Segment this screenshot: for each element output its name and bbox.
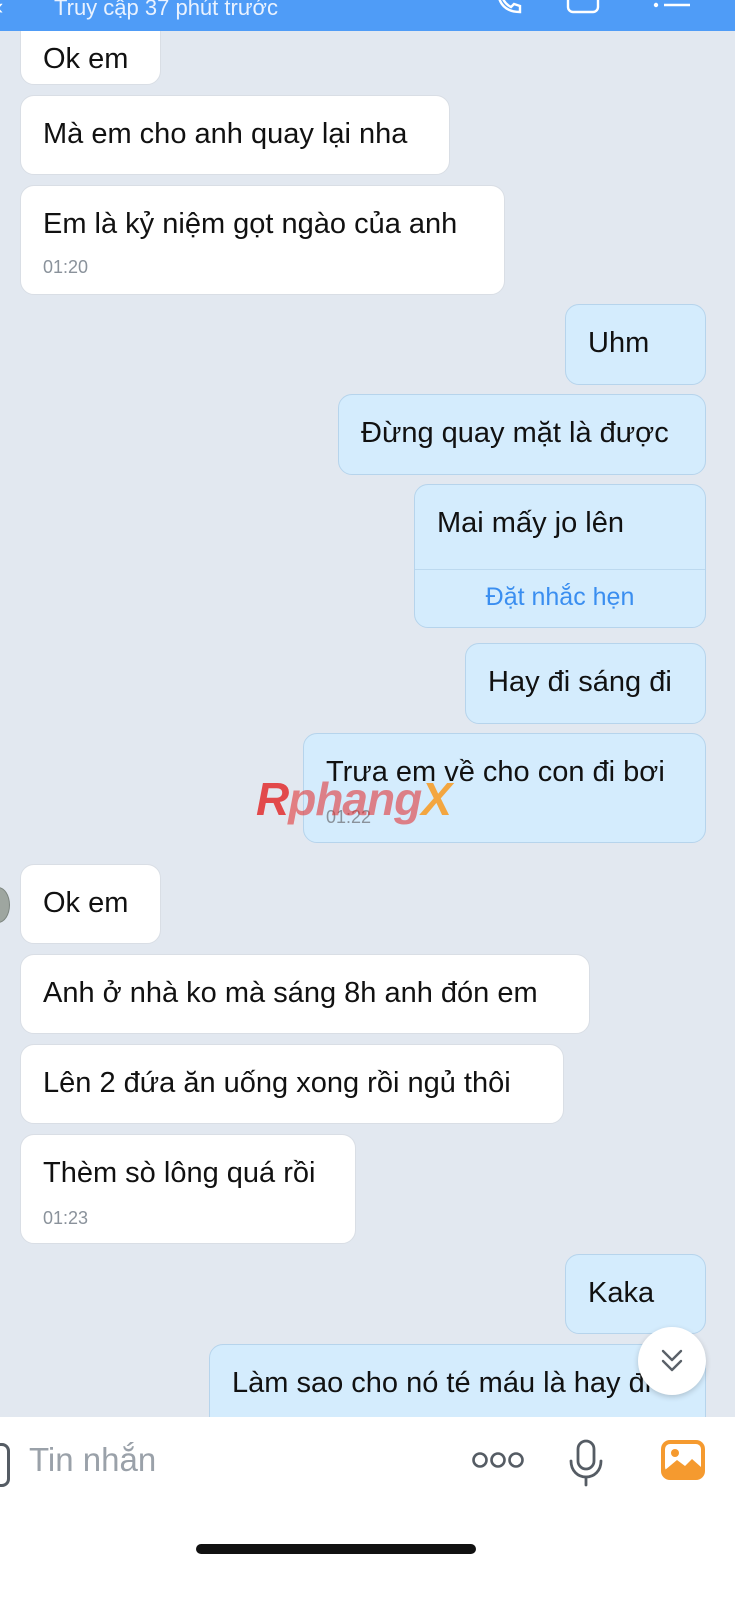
message-text: Làm sao cho nó té máu là hay đi (232, 1367, 652, 1399)
video-icon[interactable] (566, 0, 600, 16)
watermark-letter-r: R (256, 773, 289, 825)
message-text: Kaka (588, 1277, 655, 1309)
chat-header: ‹ Truy cập 37 phút trước (0, 0, 735, 31)
message-time: 01:23 (43, 1208, 89, 1228)
message-text: Uhm (588, 327, 650, 359)
home-indicator (196, 1544, 476, 1554)
message-text: Ok em (43, 887, 129, 919)
watermark-middle: phang (288, 773, 422, 825)
more-dots-icon[interactable] (472, 1449, 524, 1471)
photo-icon[interactable] (660, 1439, 706, 1481)
message-incoming[interactable]: Em là kỷ niệm gọt ngào của anh 01:20 (20, 185, 505, 295)
message-list[interactable]: Ok em Mà em cho anh quay lại nha Em là k… (0, 31, 735, 1446)
message-outgoing[interactable]: Kaka (565, 1254, 706, 1334)
message-outgoing[interactable]: Mai mấy jo lên Đặt nhắc hẹn (414, 484, 706, 628)
message-incoming[interactable]: Ok em (20, 31, 161, 85)
message-composer: Tin nhắn (0, 1417, 735, 1600)
watermark-letter-x: X (421, 773, 452, 825)
sticker-icon[interactable] (0, 1443, 10, 1487)
message-text: Thèm sò lông quá rồi (43, 1157, 316, 1189)
double-chevron-down-icon (661, 1349, 683, 1372)
message-text: Mai mấy jo lên (437, 507, 624, 539)
message-outgoing[interactable]: Hay đi sáng đi (465, 643, 706, 724)
message-time: 01:20 (43, 257, 89, 277)
set-reminder-button[interactable]: Đặt nhắc hẹn (415, 583, 705, 612)
message-text: Em là kỷ niệm gọt ngào của anh (43, 208, 458, 240)
message-text: Mà em cho anh quay lại nha (43, 118, 408, 150)
message-text: Lên 2 đứa ăn uống xong rồi ngủ thôi (43, 1067, 511, 1099)
message-incoming[interactable]: Anh ở nhà ko mà sáng 8h anh đón em (20, 954, 590, 1034)
message-text: Anh ở nhà ko mà sáng 8h anh đón em (43, 977, 538, 1009)
message-text: Hay đi sáng đi (488, 666, 672, 698)
message-text: Ok em (43, 43, 129, 75)
back-icon[interactable]: ‹ (0, 0, 3, 20)
last-seen-status: Truy cập 37 phút trước (54, 0, 278, 20)
message-input[interactable]: Tin nhắn (29, 1441, 156, 1479)
divider (415, 569, 705, 570)
message-outgoing[interactable]: Đừng quay mặt là được (338, 394, 706, 475)
scroll-to-bottom-button[interactable] (638, 1327, 706, 1395)
microphone-icon[interactable] (566, 1439, 606, 1487)
watermark-logo: RphangX (256, 772, 452, 826)
message-incoming[interactable]: Ok em (20, 864, 161, 944)
avatar[interactable] (0, 887, 10, 923)
message-incoming[interactable]: Mà em cho anh quay lại nha (20, 95, 450, 175)
message-outgoing[interactable]: Uhm (565, 304, 706, 385)
list-icon[interactable] (652, 0, 692, 16)
message-incoming[interactable]: Lên 2 đứa ăn uống xong rồi ngủ thôi (20, 1044, 564, 1124)
message-text: Đừng quay mặt là được (361, 417, 669, 449)
message-incoming[interactable]: Thèm sò lông quá rồi 01:23 (20, 1134, 356, 1244)
phone-icon[interactable] (494, 0, 524, 16)
